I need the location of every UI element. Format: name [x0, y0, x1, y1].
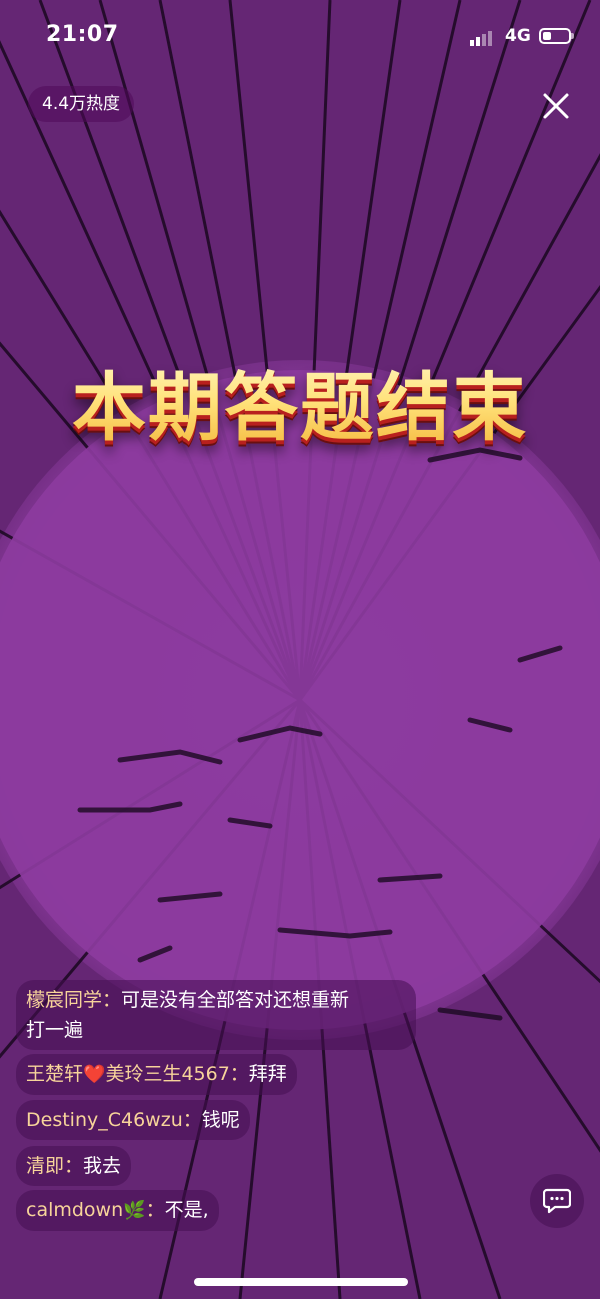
status-bar: 21:07 4G [0, 0, 600, 70]
chat-username-2: 美玲三生4567： [105, 1063, 249, 1085]
chat-username: 王楚轩 [26, 1063, 84, 1085]
chat-username: calmdown [26, 1199, 124, 1221]
chat-username: 檬宸同学： [26, 989, 122, 1011]
chat-text: 钱呢 [201, 1109, 240, 1131]
chat-text: 可是没有全部答对还想重新 [121, 989, 350, 1011]
chat-message: Destiny_C46wzu：钱呢 [16, 1100, 250, 1140]
chat-text: 拜拜 [248, 1063, 287, 1085]
chat-message: 清即：我去 [16, 1146, 132, 1186]
status-time: 21:07 [46, 22, 119, 47]
close-icon [543, 93, 569, 119]
quiz-ended-title: 本期答题结束 [0, 348, 600, 455]
home-indicator[interactable] [194, 1278, 408, 1286]
chat-message: calmdown🌿：不是, [16, 1190, 219, 1231]
chat-text: 我去 [83, 1155, 122, 1177]
heat-badge: 4.4万热度 [28, 86, 135, 122]
chat-username: Destiny_C46wzu： [26, 1109, 202, 1131]
chat-username: 清即： [26, 1155, 84, 1177]
comment-button[interactable] [530, 1174, 584, 1228]
chat-message: 王楚轩❤️美玲三生4567：拜拜 [16, 1054, 297, 1095]
close-button[interactable] [536, 86, 576, 126]
signal-icon [470, 31, 492, 46]
network-type: 4G [505, 26, 531, 46]
heart-icon: ❤️ [83, 1064, 106, 1085]
chat-text: 不是, [164, 1199, 209, 1221]
chat-text-continued: 打一遍 [26, 1019, 84, 1041]
comment-icon [543, 1188, 571, 1214]
leaf-icon: 🌿 [123, 1200, 146, 1221]
chat-username-suffix: ： [145, 1199, 165, 1221]
battery-icon [539, 28, 574, 44]
chat-message: 檬宸同学：可是没有全部答对还想重新 打一遍 [16, 980, 416, 1050]
